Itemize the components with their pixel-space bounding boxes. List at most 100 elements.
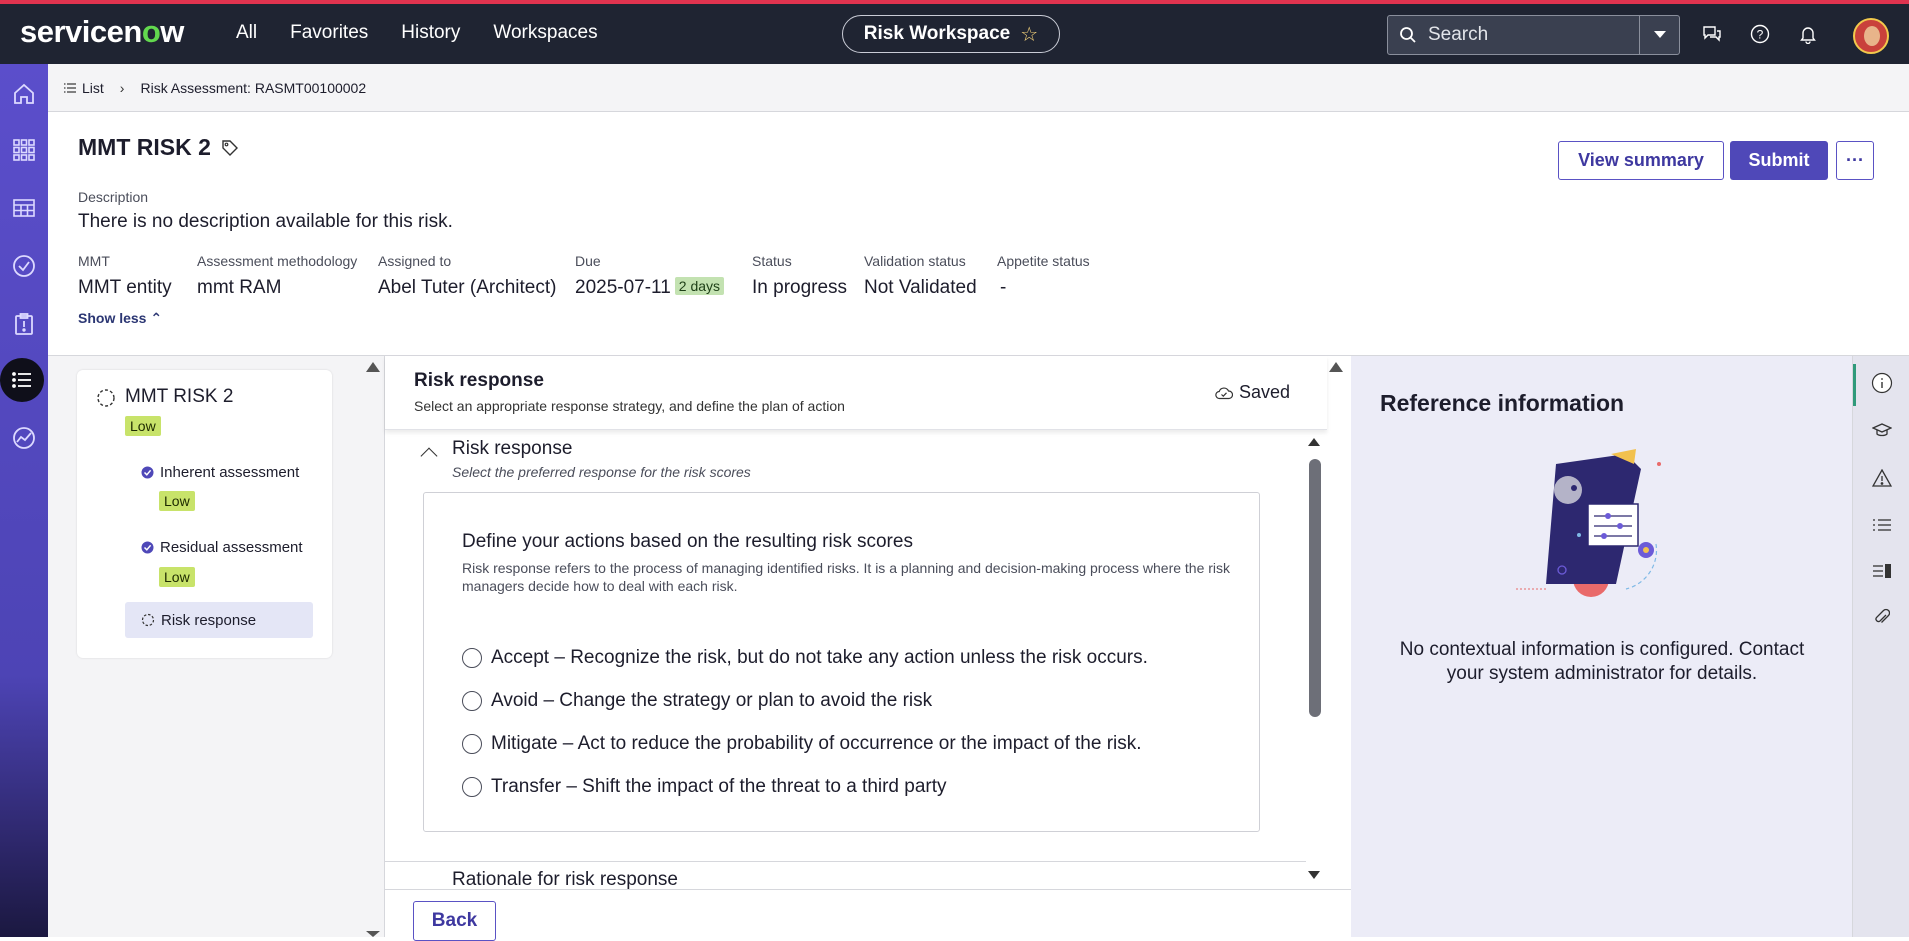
show-less-label: Show less	[78, 310, 147, 326]
option-label: Transfer – Shift the impact of the threa…	[491, 776, 947, 797]
option-label: Accept – Recognize the risk, but do not …	[491, 647, 1148, 668]
view-summary-button[interactable]: View summary	[1558, 141, 1724, 180]
active-indicator	[1853, 364, 1856, 406]
more-actions-button[interactable]: ···	[1836, 141, 1874, 180]
bell-icon[interactable]	[1796, 22, 1820, 46]
graduation-cap-icon[interactable]	[1871, 420, 1893, 442]
field-value-appetite: -	[1000, 277, 1007, 298]
field-value-status: In progress	[752, 277, 848, 298]
field-label-methodology: Assessment methodology	[197, 253, 358, 269]
nav-favorites[interactable]: Favorites	[290, 22, 368, 44]
workspace-pill[interactable]: Risk Workspace ☆	[842, 15, 1060, 53]
check-circle-icon	[141, 541, 154, 554]
step-inherent-assessment[interactable]: Inherent assessment	[141, 464, 299, 481]
info-icon[interactable]	[1871, 372, 1893, 394]
right-context-rail	[1852, 356, 1909, 937]
cloud-check-icon	[1215, 387, 1233, 399]
list-icon[interactable]	[1871, 514, 1893, 536]
warning-icon[interactable]	[1871, 467, 1893, 489]
nav-history[interactable]: History	[401, 22, 460, 44]
search-input[interactable]: Search	[1428, 24, 1639, 46]
avatar-face	[1864, 26, 1880, 46]
paperclip-icon[interactable]	[1871, 606, 1893, 628]
card-description: Risk response refers to the process of m…	[462, 560, 1231, 594]
panel-icon[interactable]	[1871, 560, 1893, 582]
risk-response-panel: Risk response Select an appropriate resp…	[384, 356, 1351, 941]
logo-text-suffix: w	[160, 14, 184, 49]
clipboard-alert-icon[interactable]	[6, 306, 42, 342]
radio-accept[interactable]	[462, 648, 482, 668]
collapse-chevron-icon[interactable]	[420, 447, 438, 465]
section-scroll-down[interactable]	[1308, 871, 1320, 879]
breadcrumb: List › Risk Assessment: RASMT00100002	[48, 64, 1909, 112]
saved-label: Saved	[1239, 382, 1291, 402]
steps-scroll-down[interactable]	[366, 931, 380, 937]
submit-button[interactable]: Submit	[1730, 141, 1828, 180]
chevron-down-icon	[1653, 31, 1666, 38]
radio-avoid[interactable]	[462, 691, 482, 711]
field-label-due: Due	[575, 253, 601, 269]
card-title: Define your actions based on the resulti…	[462, 531, 913, 552]
panel-title: Risk response	[414, 370, 544, 391]
panel-footer	[385, 889, 1351, 937]
panel-scroll-up[interactable]	[1329, 362, 1343, 372]
in-progress-icon	[141, 613, 155, 627]
panel-subtitle: Select an appropriate response strategy,…	[414, 398, 845, 414]
section-title: Risk response	[452, 438, 573, 459]
field-value-assigned: Abel Tuter (Architect)	[378, 277, 557, 298]
saved-status: Saved	[1215, 382, 1290, 403]
radio-transfer[interactable]	[462, 777, 482, 797]
description-text: There is no description available for th…	[78, 211, 453, 232]
search-scope-dropdown[interactable]	[1639, 16, 1679, 54]
option-accept[interactable]: Accept – Recognize the risk, but do not …	[462, 647, 1148, 669]
back-button[interactable]: Back	[413, 901, 496, 941]
tag-icon[interactable]	[221, 139, 239, 157]
step-residual-assessment[interactable]: Residual assessment	[141, 539, 303, 556]
check-circle-icon[interactable]	[6, 248, 42, 284]
step-label: Residual assessment	[160, 539, 303, 556]
check-circle-icon	[141, 466, 154, 479]
reference-message: No contextual information is configured.…	[1399, 639, 1805, 684]
reference-title: Reference information	[1380, 390, 1625, 416]
user-avatar[interactable]	[1853, 18, 1889, 54]
step-risk-response[interactable]: Risk response	[125, 602, 313, 638]
favorite-star-icon[interactable]: ☆	[1020, 22, 1038, 47]
option-avoid[interactable]: Avoid – Change the strategy or plan to a…	[462, 690, 932, 712]
field-value-mmt: MMT entity	[78, 277, 172, 298]
global-search[interactable]: Search	[1387, 15, 1680, 55]
due-days-badge: 2 days	[674, 277, 725, 295]
option-transfer[interactable]: Transfer – Shift the impact of the threa…	[462, 776, 947, 798]
step-label: Risk response	[161, 611, 257, 629]
show-less-toggle[interactable]: Show less ⌃	[78, 310, 162, 327]
page-title-text: MMT RISK 2	[78, 134, 211, 160]
list-icon[interactable]	[0, 358, 44, 402]
help-icon[interactable]: ?	[1748, 22, 1772, 46]
inherent-level-badge: Low	[159, 491, 195, 511]
field-value-validation: Not Validated	[864, 277, 977, 298]
workspace-name: Risk Workspace	[863, 23, 1011, 44]
svg-text:?: ?	[1757, 28, 1764, 42]
section-scrollbar-thumb[interactable]	[1309, 459, 1321, 717]
breadcrumb-list-link[interactable]: List	[64, 80, 104, 96]
steps-title: MMT RISK 2	[125, 386, 234, 407]
analytics-icon[interactable]	[6, 420, 42, 456]
table-icon[interactable]	[6, 190, 42, 226]
home-icon[interactable]	[6, 76, 42, 112]
nav-workspaces[interactable]: Workspaces	[493, 22, 597, 44]
field-label-validation: Validation status	[864, 253, 966, 269]
option-mitigate[interactable]: Mitigate – Act to reduce the probability…	[462, 733, 1142, 755]
radio-mitigate[interactable]	[462, 734, 482, 754]
search-icon	[1388, 26, 1428, 44]
nav-all[interactable]: All	[236, 22, 257, 44]
field-label-mmt: MMT	[78, 253, 110, 269]
logo-text-o: o	[141, 14, 161, 49]
field-value-due: 2025-07-11 2 days	[575, 277, 725, 299]
servicenow-logo[interactable]: servicenow	[20, 14, 184, 50]
field-label-assigned: Assigned to	[378, 253, 452, 269]
apps-grid-icon[interactable]	[6, 132, 42, 168]
chat-icon[interactable]	[1700, 22, 1724, 46]
section-scroll-up[interactable]	[1308, 438, 1320, 446]
breadcrumb-current: Risk Assessment: RASMT00100002	[140, 79, 367, 96]
steps-scroll-up[interactable]	[366, 362, 380, 372]
step-label: Inherent assessment	[160, 464, 300, 481]
